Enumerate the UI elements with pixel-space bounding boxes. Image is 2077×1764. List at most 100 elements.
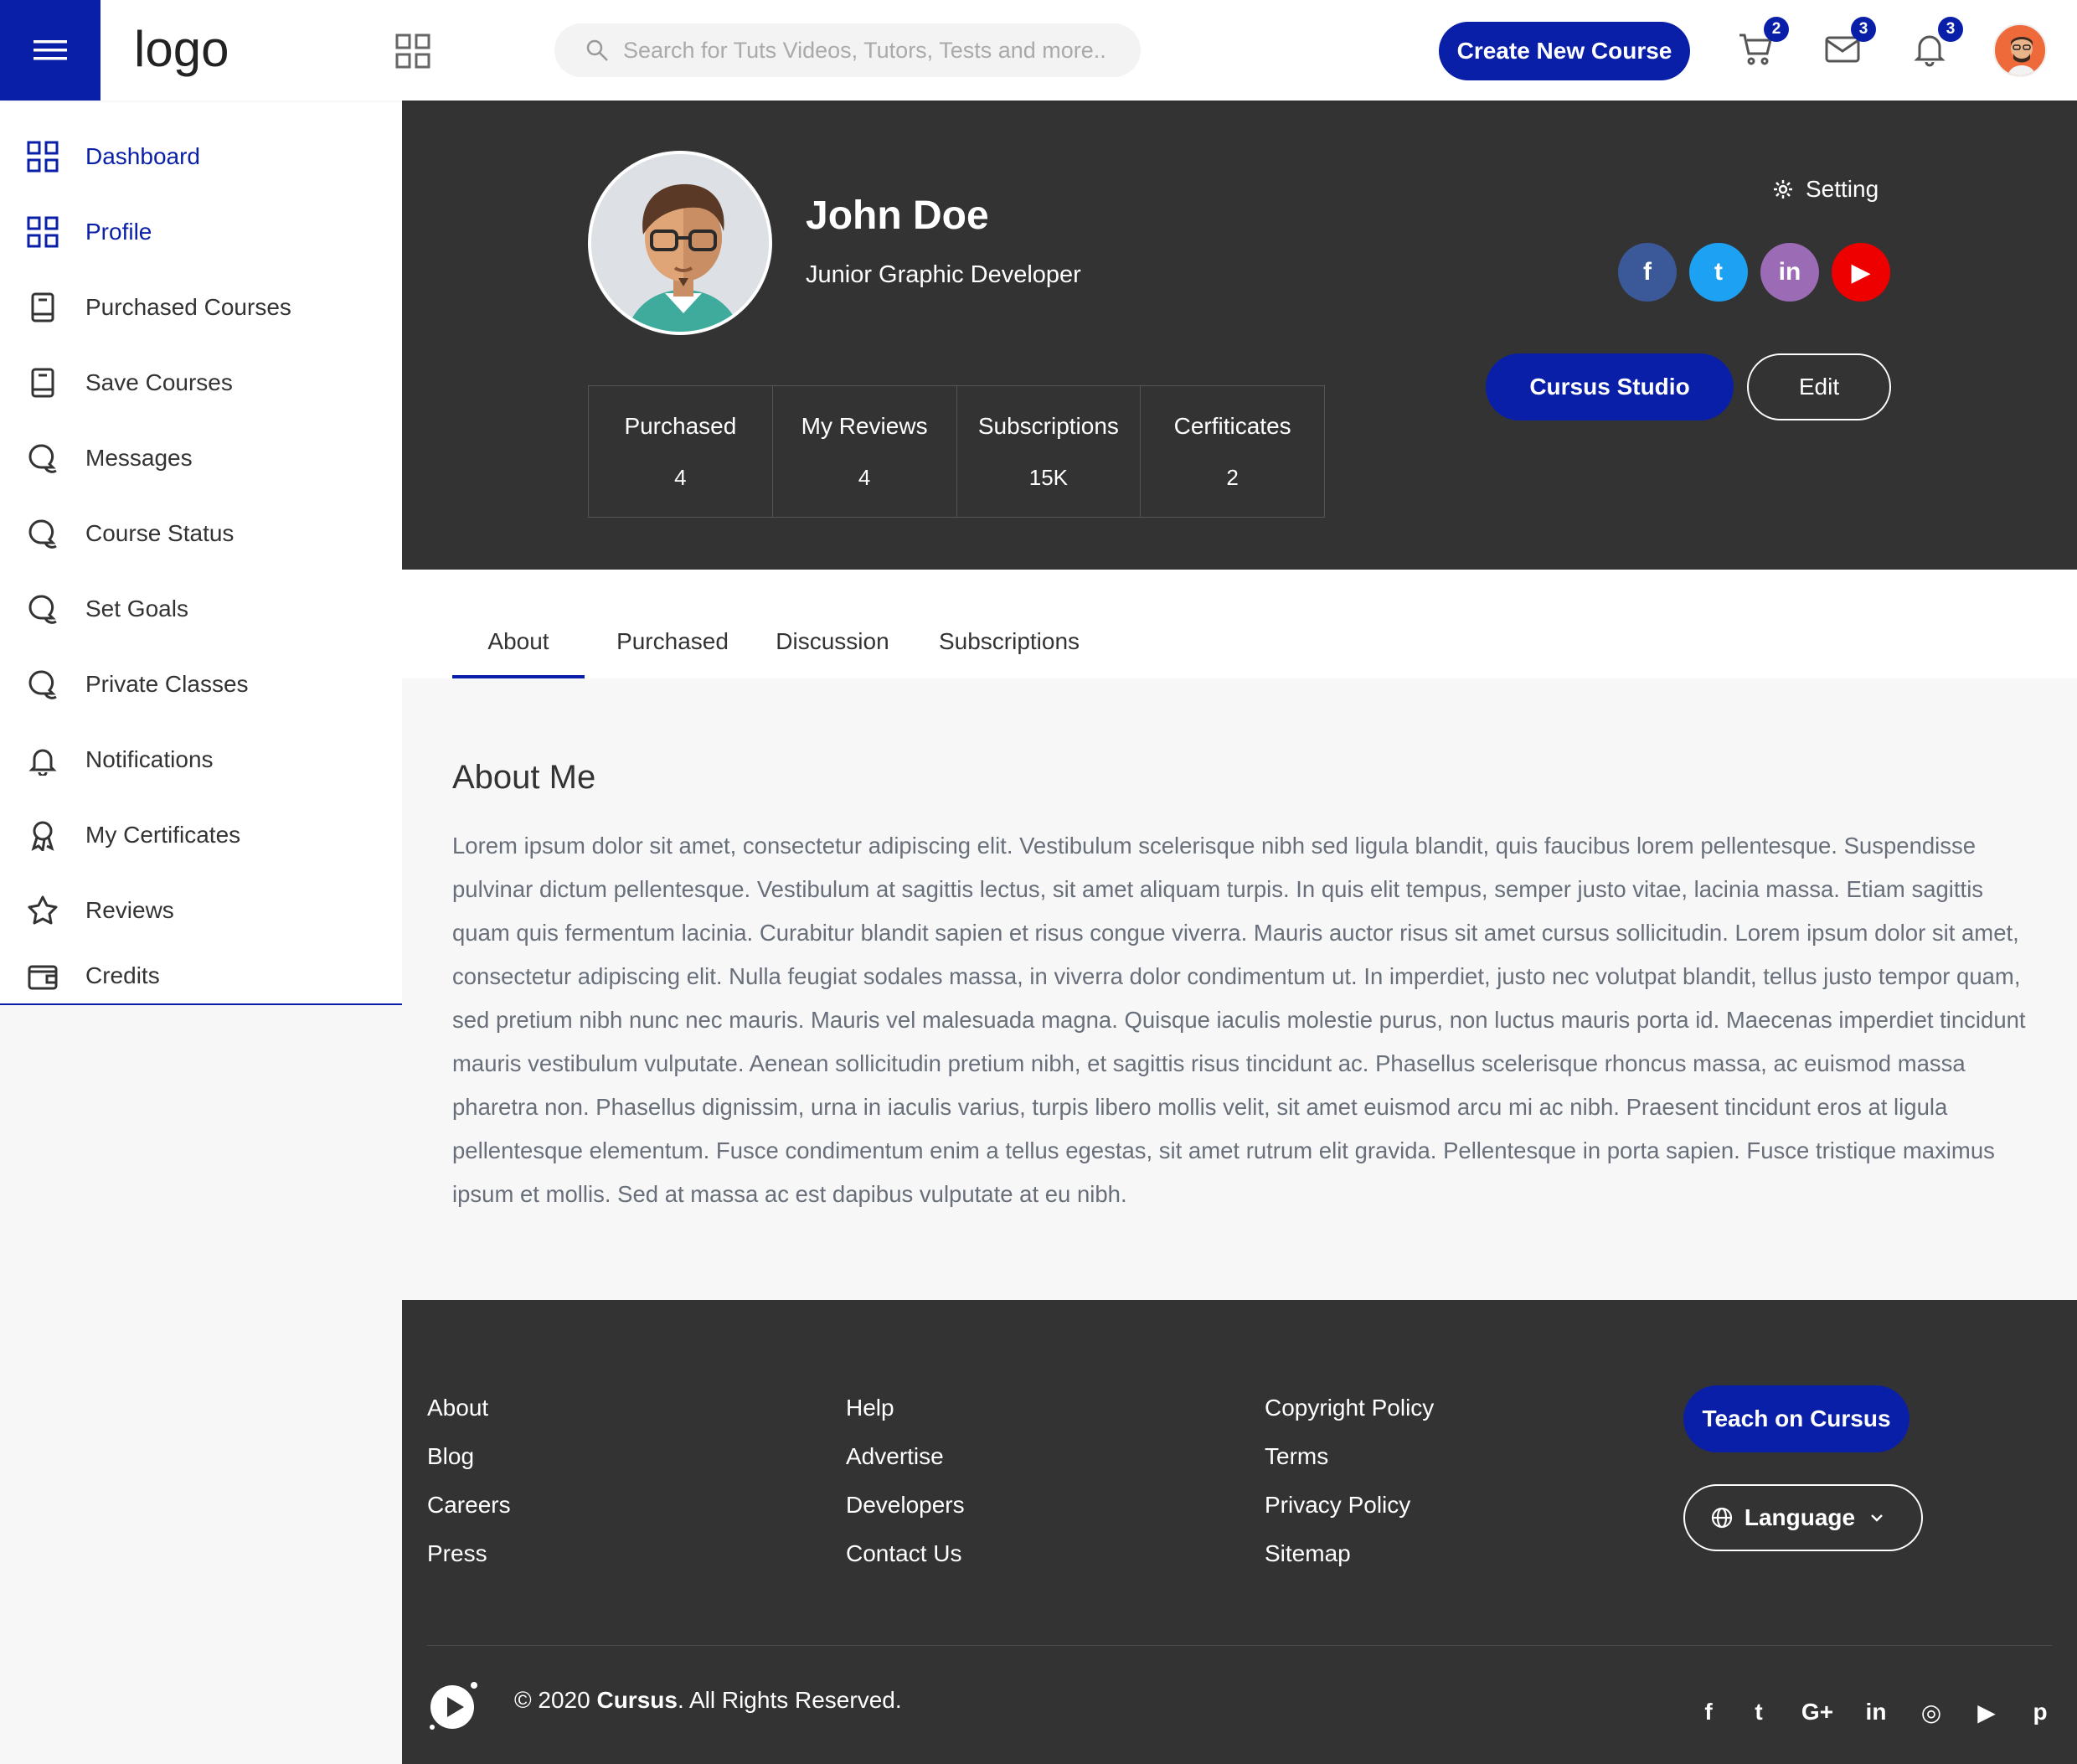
footer-column-2: Help Advertise Developers Contact Us	[846, 1384, 965, 1578]
profile-role: Junior Graphic Developer	[806, 261, 1081, 288]
sidebar-item-profile[interactable]: Profile	[0, 194, 402, 270]
award-icon	[27, 819, 59, 851]
sidebar-item-save-courses[interactable]: Save Courses	[0, 345, 402, 420]
notifications-badge: 3	[1938, 17, 1963, 42]
footer-link-help[interactable]: Help	[846, 1384, 965, 1432]
sidebar-item-course-status[interactable]: Course Status	[0, 496, 402, 571]
sidebar-item-label: Dashboard	[85, 143, 200, 169]
sidebar-item-reviews[interactable]: Reviews	[0, 873, 402, 948]
footer-column-1: About Blog Careers Press	[427, 1384, 511, 1578]
book-icon	[27, 367, 59, 399]
youtube-icon[interactable]: ▶	[1970, 1695, 2003, 1729]
sidebar-item-set-goals[interactable]: Set Goals	[0, 571, 402, 647]
linkedin-icon[interactable]: in	[1760, 243, 1819, 302]
grid-icon	[27, 216, 59, 248]
setting-link[interactable]: Setting	[1772, 176, 1879, 203]
google-plus-icon[interactable]: G+	[1801, 1695, 1834, 1729]
sidebar-item-dashboard[interactable]: Dashboard	[0, 119, 402, 194]
stat-value: 4	[858, 464, 871, 490]
search-bar	[554, 23, 1141, 77]
pinterest-icon[interactable]: p	[2023, 1695, 2057, 1729]
cart-button[interactable]: 2	[1737, 17, 1789, 70]
sidebar-item-notifications[interactable]: Notifications	[0, 722, 402, 797]
sidebar-item-label: Save Courses	[85, 369, 233, 395]
about-text: Lorem ipsum dolor sit amet, consectetur …	[452, 833, 2026, 1207]
sidebar-item-credits[interactable]: Credits	[0, 938, 402, 1014]
twitter-icon[interactable]: t	[1689, 243, 1748, 302]
footer-link-privacy-policy[interactable]: Privacy Policy	[1265, 1481, 1434, 1529]
logo[interactable]: logo	[134, 20, 229, 78]
stat-title: Cerfiticates	[1173, 412, 1291, 439]
footer-link-press[interactable]: Press	[427, 1529, 511, 1578]
setting-label: Setting	[1806, 176, 1879, 202]
sidebar: Dashboard Profile Purchased Courses Save…	[0, 101, 402, 1005]
stat-title: Purchased	[624, 412, 737, 439]
stat-purchased: Purchased 4	[589, 386, 773, 517]
stat-value: 4	[674, 464, 687, 490]
search-icon	[585, 38, 610, 63]
profile-banner: John Doe Junior Graphic Developer Purcha…	[402, 101, 2077, 570]
footer-divider	[427, 1645, 2052, 1646]
facebook-icon[interactable]: f	[1692, 1695, 1725, 1729]
book-icon	[27, 291, 59, 323]
twitter-icon[interactable]: t	[1742, 1695, 1776, 1729]
footer-link-terms[interactable]: Terms	[1265, 1432, 1434, 1481]
globe-icon	[1711, 1507, 1733, 1529]
footer-column-3: Copyright Policy Terms Privacy Policy Si…	[1265, 1384, 1434, 1578]
notifications-button[interactable]: 3	[1911, 17, 1963, 70]
linkedin-icon[interactable]: in	[1859, 1695, 1893, 1729]
user-avatar[interactable]	[1993, 23, 2047, 77]
apps-grid-icon[interactable]	[395, 34, 430, 69]
tab-subscriptions[interactable]: Subscriptions	[921, 628, 1097, 678]
tab-about[interactable]: About	[452, 628, 585, 678]
profile-avatar	[588, 151, 772, 335]
copyright-suffix: . All Rights Reserved.	[677, 1687, 902, 1713]
about-title: About Me	[452, 759, 596, 796]
stat-title: Subscriptions	[977, 412, 1119, 439]
facebook-icon[interactable]: f	[1618, 243, 1677, 302]
bell-icon	[27, 744, 59, 776]
cursus-logo-icon[interactable]	[427, 1679, 481, 1732]
profile-tabs: About Purchased Discussion Subscriptions	[402, 570, 2077, 678]
chat-icon	[27, 668, 59, 700]
cursus-studio-button[interactable]: Cursus Studio	[1486, 353, 1734, 420]
footer-link-sitemap[interactable]: Sitemap	[1265, 1529, 1434, 1578]
tab-purchased[interactable]: Purchased	[601, 628, 744, 678]
stat-title: My Reviews	[801, 412, 928, 439]
sidebar-item-label: Purchased Courses	[85, 294, 291, 320]
footer-link-advertise[interactable]: Advertise	[846, 1432, 965, 1481]
footer: About Blog Careers Press Help Advertise …	[402, 1300, 2077, 1764]
sidebar-item-private-classes[interactable]: Private Classes	[0, 647, 402, 722]
footer-link-careers[interactable]: Careers	[427, 1481, 511, 1529]
chat-icon	[27, 442, 59, 474]
search-input[interactable]	[623, 37, 1109, 64]
instagram-icon[interactable]: ◎	[1915, 1695, 1948, 1729]
language-dropdown[interactable]: Language	[1683, 1484, 1923, 1551]
create-new-course-button[interactable]: Create New Course	[1439, 22, 1690, 80]
footer-link-about[interactable]: About	[427, 1384, 511, 1432]
footer-link-blog[interactable]: Blog	[427, 1432, 511, 1481]
footer-link-developers[interactable]: Developers	[846, 1481, 965, 1529]
cart-badge: 2	[1764, 17, 1789, 42]
edit-profile-button[interactable]: Edit	[1747, 353, 1891, 420]
copyright-prefix: © 2020	[514, 1687, 590, 1713]
hamburger-menu-button[interactable]	[0, 0, 100, 101]
footer-link-copyright-policy[interactable]: Copyright Policy	[1265, 1384, 1434, 1432]
messages-button[interactable]: 3	[1824, 17, 1876, 70]
profile-social-links: f t in ▶	[1618, 243, 1903, 302]
sidebar-item-label: Messages	[85, 445, 193, 471]
chat-icon	[27, 593, 59, 625]
teach-on-cursus-button[interactable]: Teach on Cursus	[1683, 1385, 1910, 1452]
hamburger-icon	[34, 38, 67, 63]
sidebar-item-label: Reviews	[85, 897, 174, 923]
sidebar-item-my-certificates[interactable]: My Certificates	[0, 797, 402, 873]
sidebar-item-purchased-courses[interactable]: Purchased Courses	[0, 270, 402, 345]
stat-value: 2	[1226, 464, 1239, 490]
tab-discussion[interactable]: Discussion	[760, 628, 904, 678]
profile-name: John Doe	[806, 193, 989, 238]
stat-subscriptions: Subscriptions 15K	[957, 386, 1142, 517]
youtube-icon[interactable]: ▶	[1832, 243, 1890, 302]
footer-link-contact-us[interactable]: Contact Us	[846, 1529, 965, 1578]
gear-icon	[1772, 178, 1794, 200]
sidebar-item-messages[interactable]: Messages	[0, 420, 402, 496]
